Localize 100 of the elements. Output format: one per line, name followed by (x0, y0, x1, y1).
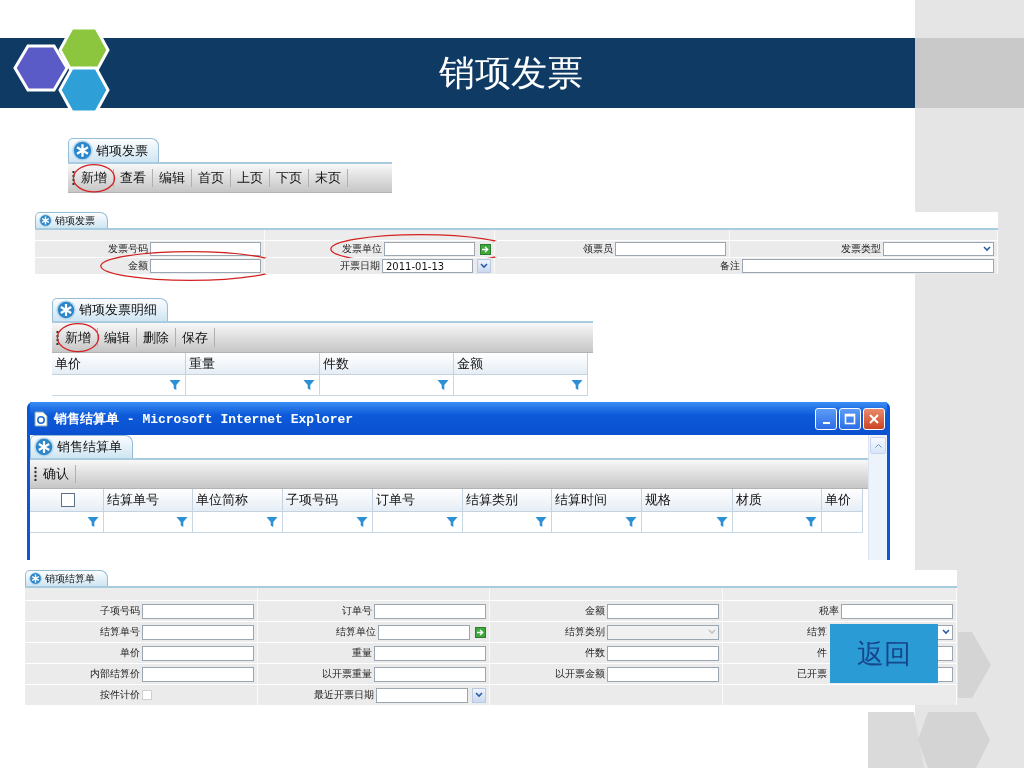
text-field[interactable] (374, 603, 486, 619)
text-field[interactable] (142, 624, 254, 640)
toolbar-button[interactable]: 确认 (37, 464, 75, 484)
filter-icon[interactable] (716, 516, 728, 528)
text-field[interactable] (607, 603, 719, 619)
arrow-icon (477, 628, 484, 636)
column-header[interactable]: 规格 (642, 489, 733, 512)
field-label: 发票单位 (342, 242, 382, 256)
text-field[interactable] (374, 666, 486, 682)
field-label: 开票日期 (340, 259, 380, 273)
field-label: 单价 (120, 646, 140, 660)
text-field[interactable] (841, 603, 953, 619)
filter-icon[interactable] (169, 379, 181, 391)
column-header[interactable]: 重量 (186, 353, 320, 375)
field-label: 结算 (807, 625, 827, 639)
field-label: 订单号 (342, 604, 372, 618)
filter-icon[interactable] (625, 516, 637, 528)
field-label: 件 (817, 646, 827, 660)
text-field[interactable] (142, 603, 254, 619)
checkbox[interactable] (61, 493, 75, 507)
maximize-button[interactable] (839, 407, 861, 430)
toolbar-button[interactable]: 编辑 (153, 168, 191, 188)
caret-icon (874, 443, 882, 448)
column-header[interactable]: 订单号 (373, 489, 463, 512)
filter-icon[interactable] (805, 516, 817, 528)
toolbar-button[interactable]: 编辑 (98, 327, 136, 348)
text-field[interactable] (615, 242, 726, 256)
text-field[interactable] (374, 645, 486, 661)
column-header[interactable]: 单价 (52, 353, 186, 375)
text-field[interactable] (384, 242, 475, 256)
lookup-button[interactable] (480, 243, 491, 255)
filter-icon[interactable] (446, 516, 458, 528)
filter-icon[interactable] (266, 516, 278, 528)
field-label: 结算类别 (565, 625, 605, 639)
field-label: 最近开票日期 (314, 688, 374, 702)
text-field[interactable] (142, 666, 254, 682)
close-button[interactable] (863, 407, 885, 430)
toolbar-button[interactable]: 新增 (59, 327, 97, 348)
column-header[interactable]: 单位简称 (193, 489, 283, 512)
text-field[interactable] (741, 259, 994, 273)
text-field[interactable] (150, 259, 261, 273)
date-field[interactable] (376, 687, 468, 703)
text-field[interactable] (378, 624, 470, 640)
tab[interactable]: 销项发票明细 (52, 298, 168, 321)
field-label: 子项号码 (100, 604, 140, 618)
dropdown-button[interactable] (472, 687, 486, 703)
field-label: 结算单位 (336, 625, 376, 639)
toolbar-button[interactable]: 查看 (114, 168, 152, 188)
column-header[interactable]: 金额 (454, 353, 588, 375)
text-field[interactable] (142, 645, 254, 661)
dropdown-button[interactable] (477, 259, 491, 273)
minimize-icon (822, 421, 830, 424)
scroll-up-button[interactable] (870, 437, 886, 454)
grip-icon (72, 171, 75, 185)
slide-title: 销项发票 (438, 50, 583, 95)
column-header[interactable]: 结算时间 (552, 489, 642, 512)
chevron-icon (708, 629, 716, 635)
close-icon (868, 412, 880, 425)
chevron-icon (480, 263, 488, 269)
grip-icon (56, 330, 59, 345)
scrollbar[interactable] (868, 435, 887, 560)
field-label: 发票类型 (841, 242, 881, 256)
filter-icon[interactable] (303, 379, 315, 391)
field-label: 金额 (128, 259, 148, 273)
column-header[interactable]: 件数 (320, 353, 454, 375)
column-header[interactable]: 结算单号 (104, 489, 193, 512)
chevron-icon (983, 246, 991, 252)
text-field[interactable] (607, 666, 719, 682)
column-header[interactable]: 材质 (733, 489, 822, 512)
tab[interactable]: 销售结算单 (30, 435, 133, 458)
text-field[interactable] (607, 645, 719, 661)
date-field[interactable]: 2011-01-13 (382, 259, 473, 273)
field-label: 税率 (819, 604, 839, 618)
minimize-button[interactable] (815, 407, 837, 430)
tab[interactable]: 销项发票 (35, 212, 108, 228)
filter-icon[interactable] (356, 516, 368, 528)
filter-icon[interactable] (176, 516, 188, 528)
toolbar-button[interactable]: 下页 (270, 168, 308, 188)
toolbar-button[interactable]: 上页 (231, 168, 269, 188)
text-field[interactable] (150, 242, 261, 256)
filter-icon[interactable] (571, 379, 583, 391)
tab[interactable]: 销项结算单 (25, 570, 108, 586)
column-header[interactable]: 子项号码 (283, 489, 373, 512)
filter-icon[interactable] (437, 379, 449, 391)
lookup-button[interactable] (475, 626, 486, 638)
column-header[interactable]: 结算类别 (463, 489, 552, 512)
toolbar-button[interactable]: 首页 (192, 168, 230, 188)
toolbar-button[interactable]: 删除 (137, 327, 175, 348)
chevron-icon (942, 629, 950, 635)
toolbar-button[interactable]: 新增 (75, 168, 113, 188)
tab[interactable]: 销项发票 (68, 138, 159, 162)
maximize-icon (844, 412, 856, 425)
column-header[interactable]: 单价 (822, 489, 863, 512)
select-field[interactable] (883, 242, 994, 256)
filter-icon[interactable] (535, 516, 547, 528)
arrow-shape-drawing (958, 632, 992, 698)
toolbar-button[interactable]: 末页 (309, 168, 347, 188)
filter-icon[interactable] (87, 516, 99, 528)
field-label: 已开票 (797, 667, 827, 681)
toolbar-button[interactable]: 保存 (176, 327, 214, 348)
